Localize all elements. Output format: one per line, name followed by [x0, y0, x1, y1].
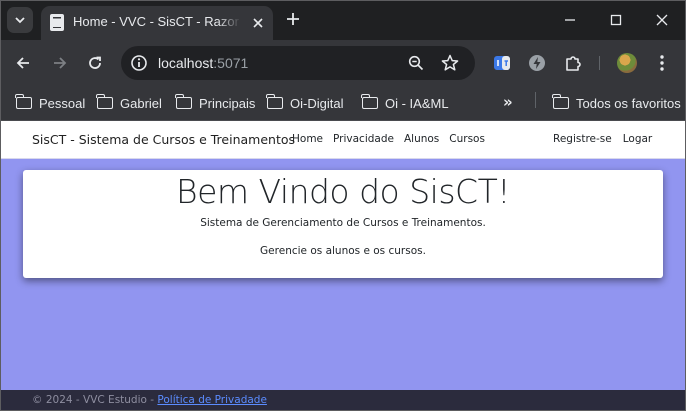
nav-links: Home Privacidade Alunos Cursos [292, 133, 485, 145]
tab-strip: Home - VVC - SisCT - Razor Pages [0, 0, 686, 40]
bookmark-label: Pessoal [39, 95, 86, 111]
auth-links: Registre-se Logar [553, 133, 652, 145]
document-icon [50, 14, 64, 31]
nav-privacidade[interactable]: Privacidade [333, 133, 394, 145]
site-footer: © 2024 - VVC Estudio - Política de Priva… [0, 390, 686, 411]
nav-register[interactable]: Registre-se [553, 133, 612, 145]
folder-icon [552, 94, 569, 109]
hero-title: Bem Vindo do SisCT! [176, 172, 510, 211]
hero-text: Gerencie os alunos e os cursos. [260, 245, 426, 257]
nav-home[interactable]: Home [292, 133, 323, 145]
extensions-button[interactable] [563, 53, 583, 73]
reload-button[interactable] [83, 51, 107, 75]
zoom-icon[interactable] [408, 55, 424, 71]
bookmark-label: Gabriel [120, 95, 162, 111]
footer-text: © 2024 - VVC Estudio - Política de Priva… [32, 394, 267, 406]
performance-extension-button[interactable] [527, 53, 547, 73]
address-bar[interactable]: localhost:5071 [121, 46, 475, 80]
footer-privacy-link[interactable]: Política de Privadade [157, 394, 267, 406]
bookmark-principais[interactable]: Principais [175, 94, 256, 112]
arrow-right-icon [54, 57, 67, 69]
bookmark-label: Oi - IA&ML [385, 95, 449, 111]
folder-icon [361, 94, 378, 109]
url-host: localhost [158, 55, 214, 71]
arrow-left-icon [16, 57, 29, 69]
folder-icon [175, 94, 192, 109]
close-icon [253, 18, 263, 28]
folder-icon [266, 94, 283, 109]
folder-icon [96, 94, 113, 109]
more-vert-icon [660, 55, 664, 71]
window-close-button[interactable] [649, 8, 675, 32]
bookmarks-separator [535, 92, 536, 108]
minimize-icon [565, 19, 575, 21]
address-url[interactable]: localhost:5071 [158, 55, 248, 71]
bookmark-pessoal[interactable]: Pessoal [15, 94, 86, 112]
bookmark-label: Principais [199, 95, 256, 111]
reload-icon [89, 56, 101, 69]
tab-title: Home - VVC - SisCT - Razor Pages [73, 14, 241, 29]
browser-toolbar: localhost:5071 [0, 40, 686, 86]
info-icon[interactable] [130, 54, 148, 72]
maximize-icon [610, 14, 622, 26]
page-content: SisCT - Sistema de Cursos e Treinamentos… [0, 121, 686, 411]
active-tab[interactable]: Home - VVC - SisCT - Razor Pages [41, 6, 273, 40]
profile-avatar[interactable] [617, 53, 637, 73]
folder-icon [15, 94, 32, 109]
nav-login[interactable]: Logar [623, 133, 653, 145]
tab-search-button[interactable] [7, 7, 33, 33]
bookmarks-bar: Pessoal Gabriel Principais Oi-Digital Oi… [0, 86, 686, 121]
welcome-card: Bem Vindo do SisCT! Sistema de Gerenciam… [23, 170, 663, 278]
nav-cursos[interactable]: Cursos [449, 133, 485, 145]
close-icon [656, 14, 668, 26]
bookmark-gabriel[interactable]: Gabriel [96, 94, 162, 112]
translate-extension-button[interactable] [492, 53, 512, 73]
new-tab-button[interactable] [282, 8, 304, 30]
hero-subtitle: Sistema de Gerenciamento de Cursos e Tre… [200, 217, 486, 229]
all-bookmarks-label: Todos os favoritos [576, 95, 681, 111]
site-navbar: SisCT - Sistema de Cursos e Treinamentos… [0, 121, 686, 159]
plus-icon [287, 13, 299, 25]
bookmark-oi-ia-ml[interactable]: Oi - IA&ML [361, 94, 449, 112]
chevron-down-icon [15, 17, 25, 24]
bookmark-oi-digital[interactable]: Oi-Digital [266, 94, 344, 112]
bookmark-label: Oi-Digital [290, 95, 344, 111]
bookmarks-overflow-button[interactable]: » [503, 93, 513, 111]
url-port: :5071 [213, 55, 249, 71]
toolbar-separator [599, 56, 600, 70]
bolt-icon [529, 55, 545, 71]
translate-icon [494, 56, 510, 70]
nav-alunos[interactable]: Alunos [404, 133, 439, 145]
all-bookmarks-button[interactable]: Todos os favoritos [552, 94, 681, 112]
tab-close-button[interactable] [248, 13, 268, 33]
puzzle-icon [566, 56, 581, 71]
footer-copyright: © 2024 - VVC Estudio - [32, 394, 158, 406]
star-icon[interactable] [440, 53, 460, 73]
forward-button[interactable] [48, 51, 72, 75]
site-brand-link[interactable]: SisCT - Sistema de Cursos e Treinamentos [32, 132, 295, 147]
minimize-button[interactable] [557, 8, 583, 32]
menu-button[interactable] [652, 53, 672, 73]
back-button[interactable] [11, 51, 35, 75]
maximize-button[interactable] [603, 8, 629, 32]
